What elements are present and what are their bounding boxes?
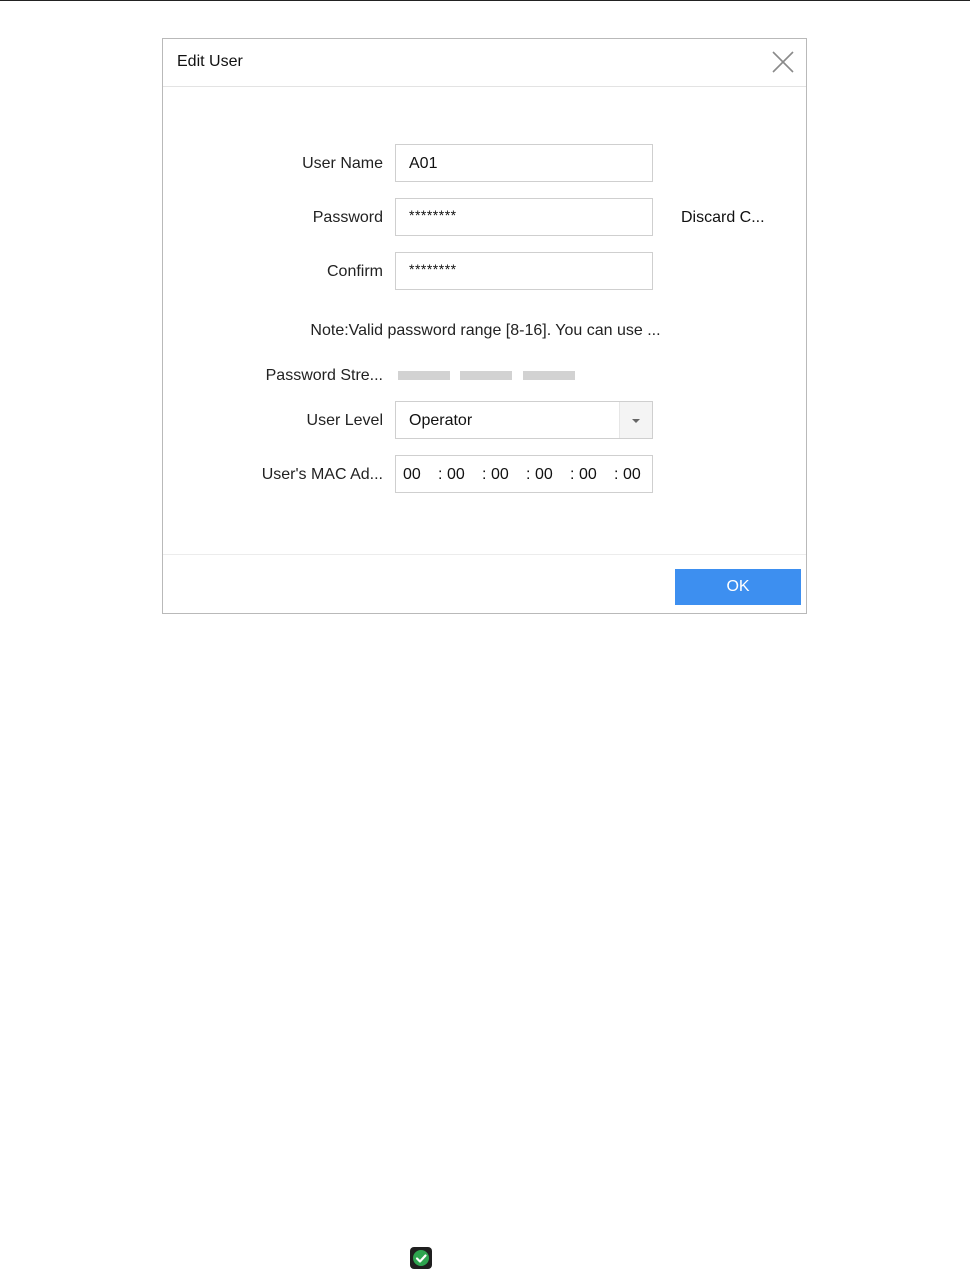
close-icon[interactable] [770, 49, 796, 75]
password-label: Password [312, 209, 383, 226]
mac-segment-2[interactable]: 00 [447, 466, 465, 484]
mac-segment-1[interactable]: 00 [403, 466, 421, 484]
password-input[interactable]: ******** [395, 198, 653, 236]
mac-segment-3[interactable]: 00 [491, 466, 509, 484]
check-circle-icon [410, 1247, 432, 1269]
mac-segment-6[interactable]: 00 [623, 466, 641, 484]
confirm-value: ******** [409, 261, 457, 277]
user-name-value: A01 [409, 155, 438, 172]
dialog-title: Edit User [177, 53, 243, 70]
user-name-input[interactable]: A01 [395, 144, 653, 182]
mac-colon: : [482, 466, 487, 483]
mac-segment-4[interactable]: 00 [535, 466, 553, 484]
password-note-text: Note:Valid password range [8-16]. You ca… [310, 322, 661, 339]
ok-button[interactable]: OK [675, 569, 801, 605]
user-level-label: User Level [306, 412, 383, 429]
strength-bar-3 [523, 371, 575, 380]
password-value: ******** [409, 207, 457, 223]
strength-bar-2 [460, 371, 512, 380]
password-note: Note:Valid password range [8-16]. You ca… [163, 322, 808, 340]
footer-divider [163, 554, 806, 555]
mac-colon: : [438, 466, 443, 483]
dialog-header: Edit User [163, 39, 806, 87]
mac-colon: : [614, 466, 619, 483]
chevron-down-icon[interactable] [619, 402, 652, 438]
mac-address-input[interactable]: 00 : 00 : 00 : 00 : 00 : 00 [395, 455, 653, 493]
edit-user-dialog: Edit User User Name A01 Password *******… [162, 38, 807, 614]
mac-address-label: User's MAC Ad... [261, 466, 383, 483]
mac-colon: : [526, 466, 531, 483]
mac-segment-5[interactable]: 00 [579, 466, 597, 484]
mac-colon: : [570, 466, 575, 483]
discard-changes-link[interactable]: Discard C... [681, 209, 765, 227]
user-name-label: User Name [302, 155, 383, 172]
top-rule [0, 0, 970, 1]
strength-bar-1 [398, 371, 450, 380]
user-level-value: Operator [409, 412, 473, 429]
password-strength-label: Password Stre... [265, 367, 383, 384]
confirm-password-input[interactable]: ******** [395, 252, 653, 290]
user-level-select[interactable]: Operator [395, 401, 653, 439]
confirm-label: Confirm [326, 263, 383, 280]
